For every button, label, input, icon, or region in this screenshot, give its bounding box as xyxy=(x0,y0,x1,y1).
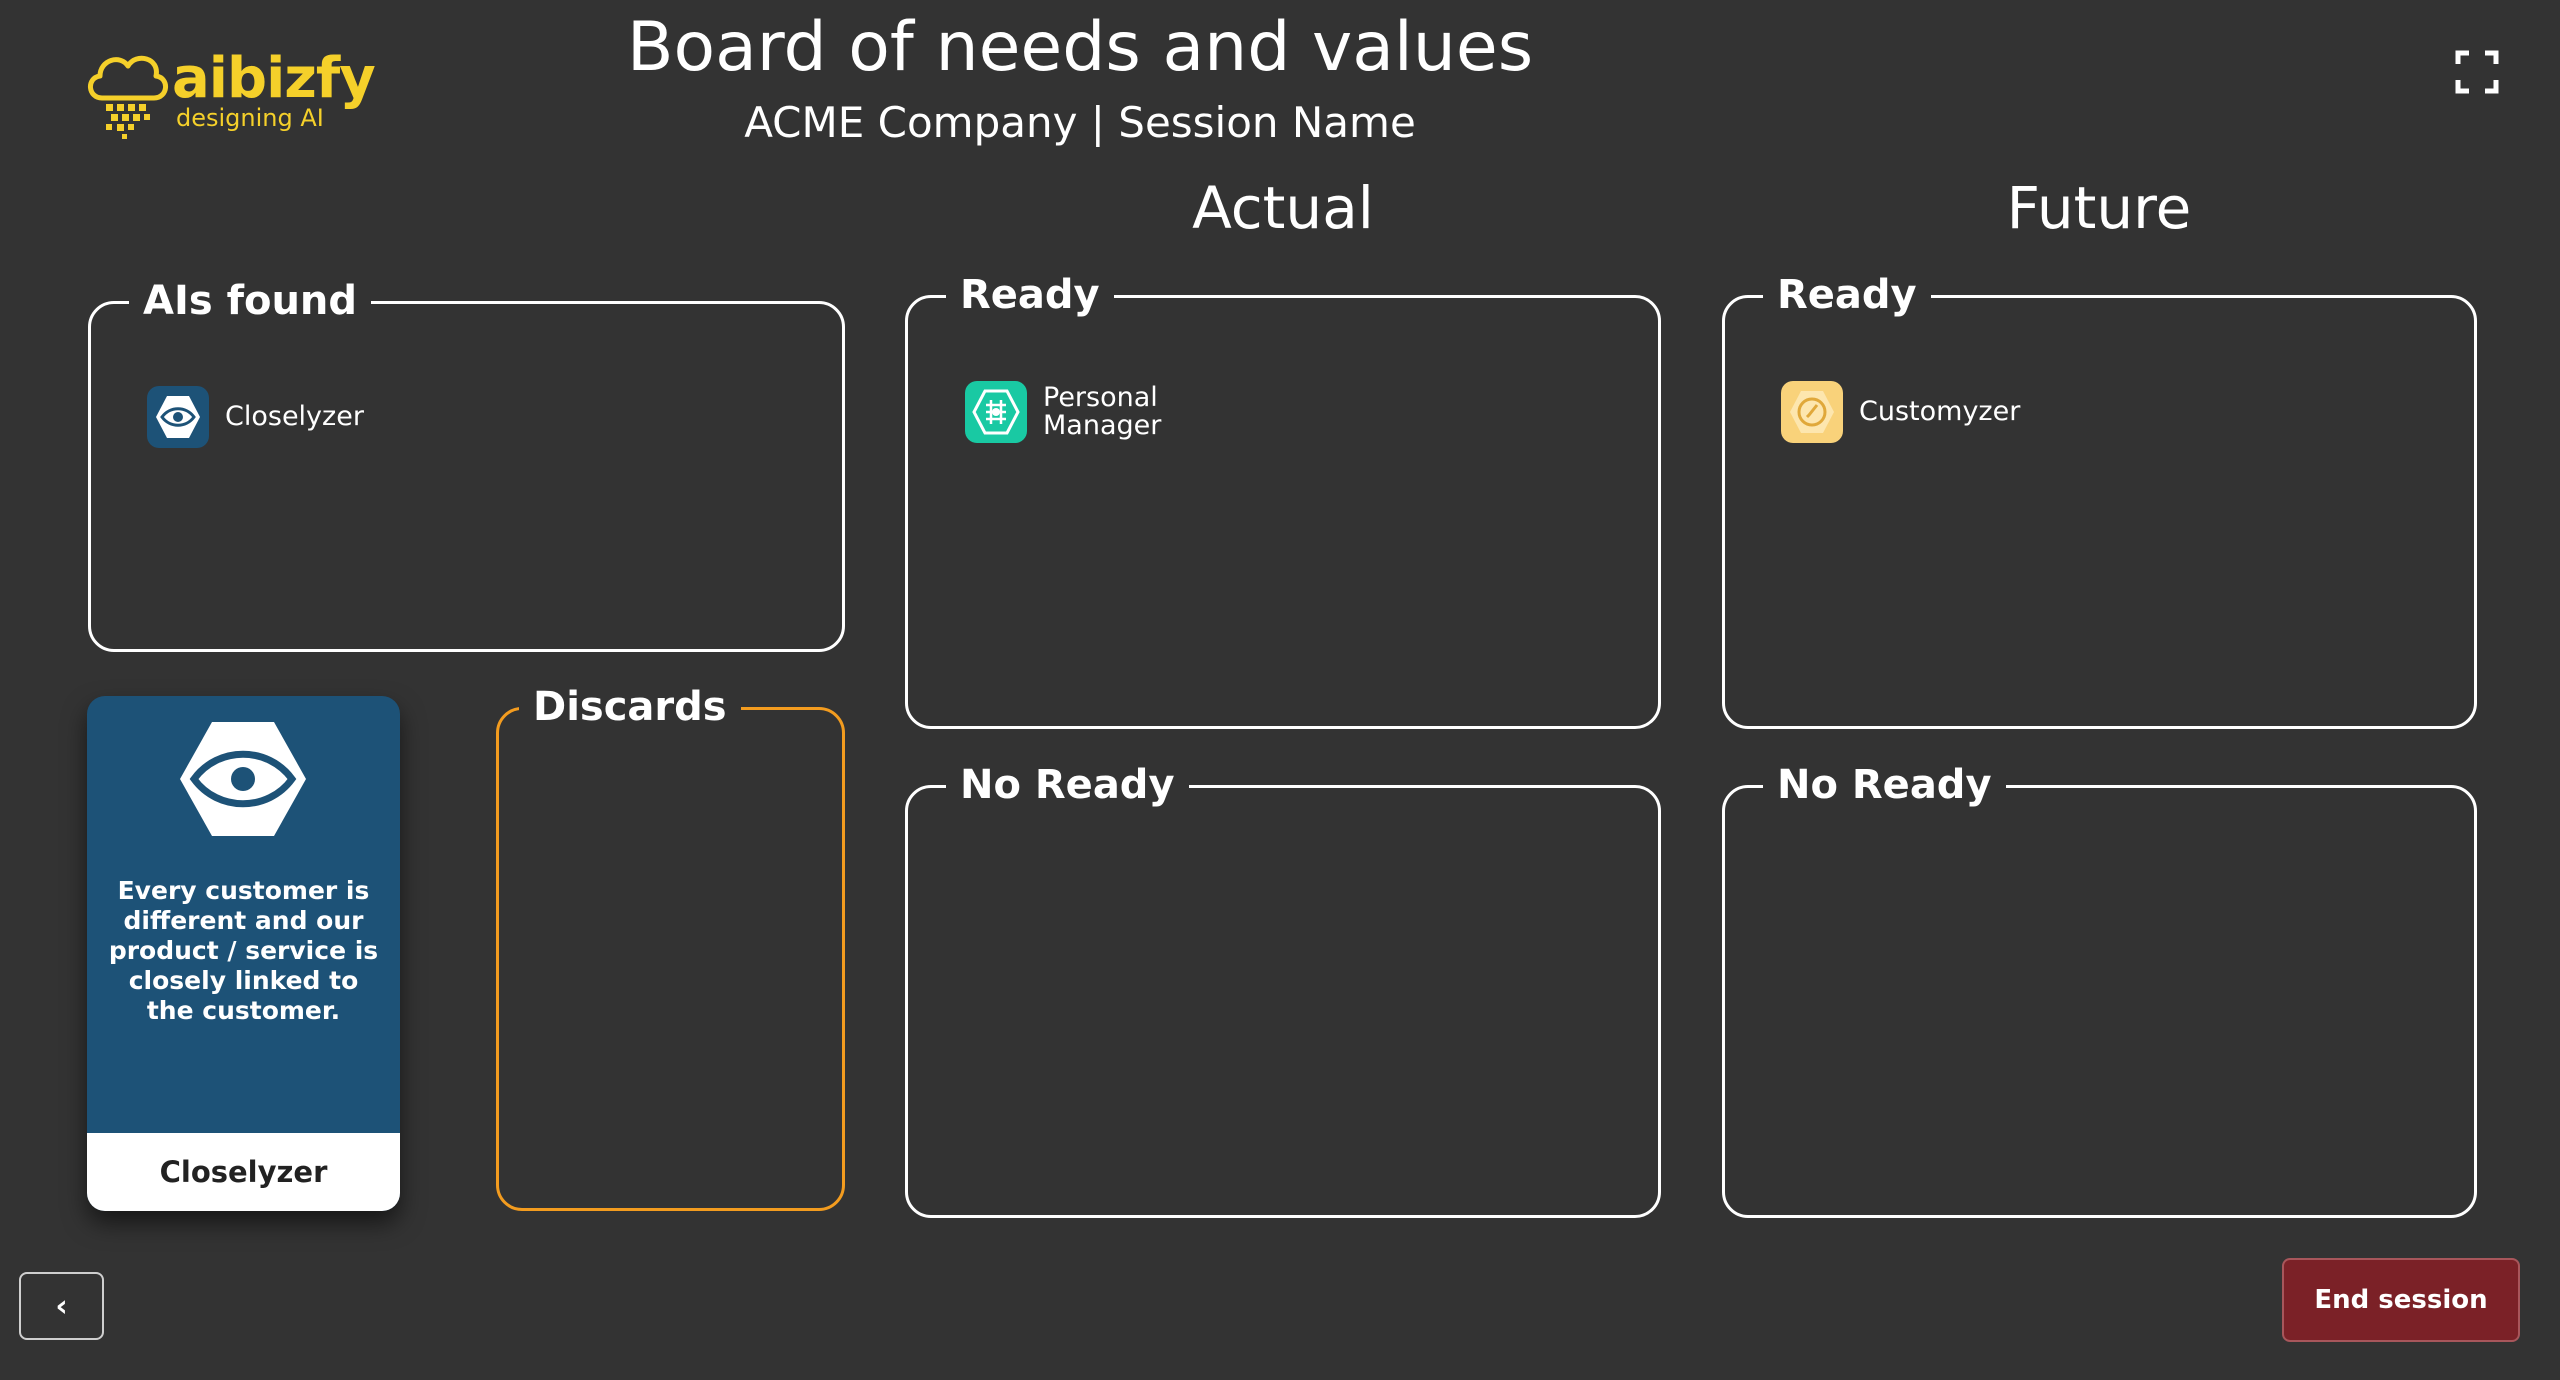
brand-tagline: designing AI xyxy=(176,104,324,132)
actual-ready-label: Ready xyxy=(946,272,1114,318)
ais-found-label: AIs found xyxy=(129,278,372,324)
brain-chip-icon xyxy=(965,381,1027,443)
future-no-ready-label: No Ready xyxy=(1763,762,2006,808)
card-name: Closelyzer xyxy=(87,1133,400,1211)
actual-no-ready-label: No Ready xyxy=(946,762,1189,808)
discards-zone[interactable]: Discards xyxy=(496,684,845,1211)
page-subtitle: ACME Company | Session Name xyxy=(744,98,1416,147)
future-ready-zone[interactable]: Ready Customyzer xyxy=(1722,272,2477,729)
ai-chip-customyzer[interactable]: Customyzer xyxy=(1781,381,2020,443)
back-button[interactable]: ‹ xyxy=(19,1272,104,1340)
column-heading-future: Future xyxy=(2006,174,2192,242)
future-ready-label: Ready xyxy=(1763,272,1931,318)
eye-icon xyxy=(180,722,306,836)
ai-chip-closelyzer[interactable]: Closelyzer xyxy=(147,386,364,448)
cloud-rain-logo-icon xyxy=(88,55,168,139)
eye-icon xyxy=(147,386,209,448)
column-heading-actual: Actual xyxy=(1192,174,1374,242)
brand-name: aibizfy xyxy=(172,46,376,111)
board-page: aibizfy designing AI Board of needs and … xyxy=(0,0,2560,1380)
discards-label: Discards xyxy=(519,684,741,730)
compass-icon xyxy=(1781,381,1843,443)
ai-chip-personal-manager[interactable]: Personal Manager xyxy=(965,381,1161,443)
ais-found-zone[interactable]: AIs found Closelyzer xyxy=(88,278,845,652)
ai-chip-label: Customyzer xyxy=(1859,395,2021,427)
brand-logo: aibizfy designing AI xyxy=(84,44,384,144)
ai-chip-label: Closelyzer xyxy=(225,400,364,432)
ai-chip-label: Personal Manager xyxy=(1043,381,1162,441)
actual-ready-zone[interactable]: Ready Personal Manager xyxy=(905,272,1661,729)
page-title: Board of needs and values xyxy=(626,8,1534,87)
card-description: Every customer is different and our prod… xyxy=(108,876,379,1025)
future-no-ready-zone[interactable]: No Ready xyxy=(1722,762,2477,1218)
fullscreen-icon[interactable] xyxy=(2455,50,2499,94)
end-session-button[interactable]: End session xyxy=(2282,1258,2520,1342)
actual-no-ready-zone[interactable]: No Ready xyxy=(905,762,1661,1218)
selected-ai-card[interactable]: Every customer is different and our prod… xyxy=(87,696,400,1211)
